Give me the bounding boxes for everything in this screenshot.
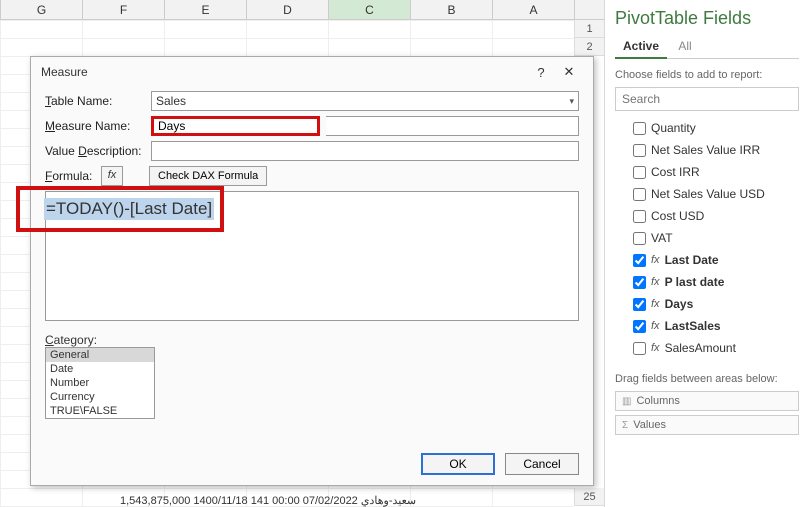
field-row[interactable]: fx LastSales	[633, 315, 799, 337]
formula-textarea[interactable]: =TODAY()-[Last Date]	[45, 191, 579, 321]
row-header[interactable]: 1	[574, 20, 604, 38]
col-header[interactable]: C	[328, 0, 410, 19]
area-label: Values	[633, 419, 666, 431]
fx-icon: fx	[651, 320, 660, 332]
field-checkbox[interactable]	[633, 166, 646, 179]
field-checkbox[interactable]	[633, 210, 646, 223]
fx-button[interactable]: fx	[101, 166, 123, 186]
category-list[interactable]: GeneralDateNumberCurrencyTRUE\FALSE	[45, 347, 155, 419]
cancel-button[interactable]: Cancel	[505, 453, 579, 475]
category-item[interactable]: TRUE\FALSE	[46, 404, 154, 418]
field-label: SalesAmount	[665, 341, 736, 355]
field-label: Last Date	[665, 253, 719, 267]
field-label: Days	[665, 297, 694, 311]
col-header[interactable]: F	[82, 0, 164, 19]
fx-icon: fx	[651, 276, 660, 288]
panel-tabs: Active All	[615, 35, 799, 59]
tab-active[interactable]: Active	[615, 35, 667, 59]
col-header[interactable]: A	[492, 0, 574, 19]
panel-hint: Choose fields to add to report:	[615, 69, 799, 81]
field-row[interactable]: fx Days	[633, 293, 799, 315]
field-row[interactable]: VAT	[633, 227, 799, 249]
field-row[interactable]: fx SalesAmount	[633, 337, 799, 359]
field-label: Cost USD	[651, 209, 704, 223]
measure-name-input-ext[interactable]	[326, 116, 579, 136]
category-item[interactable]: Currency	[46, 390, 154, 404]
category-item[interactable]: Date	[46, 362, 154, 376]
col-header[interactable]: B	[410, 0, 492, 19]
col-header[interactable]: E	[164, 0, 246, 19]
drag-hint: Drag fields between areas below:	[615, 373, 799, 385]
field-label: Quantity	[651, 121, 696, 135]
field-label: Net Sales Value USD	[651, 187, 765, 201]
check-dax-button[interactable]: Check DAX Formula	[149, 166, 267, 186]
pivottable-fields-panel: PivotTable Fields Active All Choose fiel…	[604, 0, 809, 507]
label-formula: Formula:	[45, 169, 95, 183]
col-header[interactable]: G	[0, 0, 82, 19]
row-header[interactable]: 25	[574, 488, 604, 506]
ok-button[interactable]: OK	[421, 453, 495, 475]
field-checkbox[interactable]	[633, 232, 646, 245]
field-row[interactable]: fx Last Date	[633, 249, 799, 271]
column-headers: G F E D C B A	[0, 0, 604, 20]
field-checkbox[interactable]	[633, 254, 646, 267]
columns-icon: ▥	[622, 396, 631, 407]
label-table-name: Table Name:	[45, 94, 145, 108]
col-header[interactable]: D	[246, 0, 328, 19]
formula-highlight-box: =TODAY()-[Last Date]	[16, 186, 224, 232]
fx-icon: fx	[651, 254, 660, 266]
field-checkbox[interactable]	[633, 144, 646, 157]
label-category: Category:	[45, 333, 579, 347]
area-values[interactable]: Σ Values	[615, 415, 799, 435]
fx-icon: fx	[651, 298, 660, 310]
sigma-icon: Σ	[622, 420, 628, 431]
table-name-value: Sales	[156, 94, 186, 108]
field-checkbox[interactable]	[633, 298, 646, 311]
category-item[interactable]: General	[46, 348, 154, 362]
field-checkbox[interactable]	[633, 342, 646, 355]
chevron-down-icon: ▾	[569, 96, 574, 107]
area-label: Columns	[636, 395, 679, 407]
field-label: VAT	[651, 231, 673, 245]
table-name-select[interactable]: Sales ▾	[151, 91, 579, 111]
field-checkbox[interactable]	[633, 320, 646, 333]
measure-dialog: Measure ? ✕ Table Name: Sales ▾ Measure …	[30, 56, 594, 486]
visible-data-row: سعيد-وهادي 07/02/2022 00:00 141 1400/11/…	[120, 494, 574, 507]
close-button[interactable]: ✕	[555, 64, 583, 80]
field-checkbox[interactable]	[633, 188, 646, 201]
field-label: Net Sales Value IRR	[651, 143, 760, 157]
field-row[interactable]: fx P last date	[633, 271, 799, 293]
field-row[interactable]: Cost USD	[633, 205, 799, 227]
fx-icon: fx	[651, 342, 660, 354]
label-value-desc: Value Description:	[45, 144, 145, 158]
help-button[interactable]: ?	[527, 65, 555, 80]
field-row[interactable]: Net Sales Value IRR	[633, 139, 799, 161]
field-list: Quantity Net Sales Value IRR Cost IRR Net S…	[633, 117, 799, 359]
field-row[interactable]: Cost IRR	[633, 161, 799, 183]
dialog-titlebar[interactable]: Measure ? ✕	[31, 57, 593, 87]
tab-all[interactable]: All	[670, 35, 699, 57]
value-description-input[interactable]	[151, 141, 579, 161]
search-input[interactable]	[615, 87, 799, 111]
label-measure-name: Measure Name:	[45, 119, 145, 133]
field-checkbox[interactable]	[633, 276, 646, 289]
row-header[interactable]: 2	[574, 38, 604, 56]
field-label: P last date	[665, 275, 725, 289]
formula-text: =TODAY()-[Last Date]	[44, 198, 214, 220]
dialog-title: Measure	[41, 65, 527, 79]
panel-title: PivotTable Fields	[615, 8, 799, 29]
field-label: LastSales	[665, 319, 721, 333]
field-label: Cost IRR	[651, 165, 700, 179]
field-row[interactable]: Quantity	[633, 117, 799, 139]
field-row[interactable]: Net Sales Value USD	[633, 183, 799, 205]
area-columns[interactable]: ▥ Columns	[615, 391, 799, 411]
corner-cell[interactable]	[574, 0, 604, 19]
category-item[interactable]: Number	[46, 376, 154, 390]
field-checkbox[interactable]	[633, 122, 646, 135]
measure-name-input[interactable]	[151, 116, 320, 136]
